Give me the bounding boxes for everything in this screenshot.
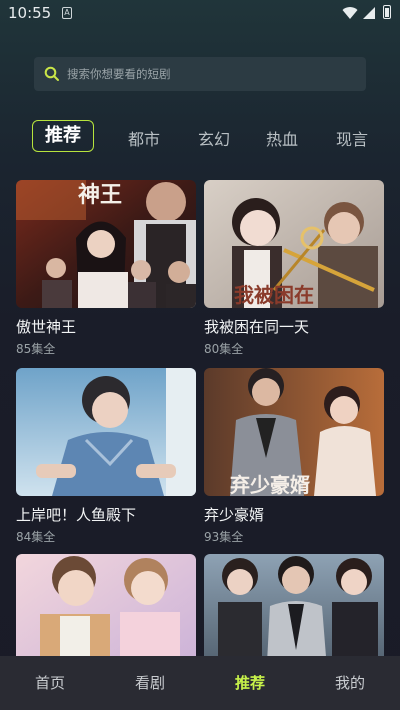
- status-bar: 10:55 A: [0, 0, 400, 28]
- clock: 10:55: [8, 4, 52, 22]
- drama-title: 我被困在同一天: [204, 318, 310, 336]
- battery-icon: [383, 5, 391, 19]
- bottom-nav: 首页 看剧 推荐 我的: [0, 656, 400, 710]
- tab-urban[interactable]: 都市: [128, 126, 160, 150]
- sim-icon: A: [62, 7, 72, 19]
- drama-poster[interactable]: 弃少豪婿: [204, 368, 384, 496]
- episode-count: 93集全: [204, 530, 244, 544]
- svg-text:弃少豪婿: 弃少豪婿: [230, 473, 310, 496]
- drama-title: 上岸吧！人鱼殿下: [16, 506, 137, 524]
- search-icon: [44, 66, 59, 81]
- nav-mine[interactable]: 我的: [320, 672, 380, 693]
- drama-poster[interactable]: 神王: [16, 180, 196, 308]
- signal-icon: [363, 7, 375, 19]
- nav-home[interactable]: 首页: [20, 672, 80, 693]
- search-bar[interactable]: 搜索你想要看的短剧: [34, 57, 366, 91]
- tab-romance[interactable]: 现言: [336, 126, 368, 150]
- tab-recommend[interactable]: 推荐: [32, 120, 94, 152]
- drama-poster[interactable]: [16, 368, 196, 496]
- tab-fantasy[interactable]: 玄幻: [198, 126, 230, 150]
- wifi-icon: [342, 7, 358, 20]
- search-placeholder: 搜索你想要看的短剧: [67, 67, 171, 81]
- drama-title: 弃少豪婿: [204, 506, 265, 524]
- drama-title: 傲世神王: [16, 318, 77, 336]
- svg-text:神王: 神王: [78, 182, 122, 208]
- episode-count: 80集全: [204, 342, 244, 356]
- tab-action[interactable]: 热血: [266, 126, 298, 150]
- episode-count: 84集全: [16, 530, 56, 544]
- episode-count: 85集全: [16, 342, 56, 356]
- drama-poster[interactable]: 我被困在: [204, 180, 384, 308]
- svg-text:我被困在: 我被困在: [234, 283, 314, 307]
- nav-recommend[interactable]: 推荐: [220, 672, 280, 693]
- category-tabs: 推荐 都市 玄幻 热血 现言: [0, 120, 400, 156]
- nav-watch[interactable]: 看剧: [120, 672, 180, 693]
